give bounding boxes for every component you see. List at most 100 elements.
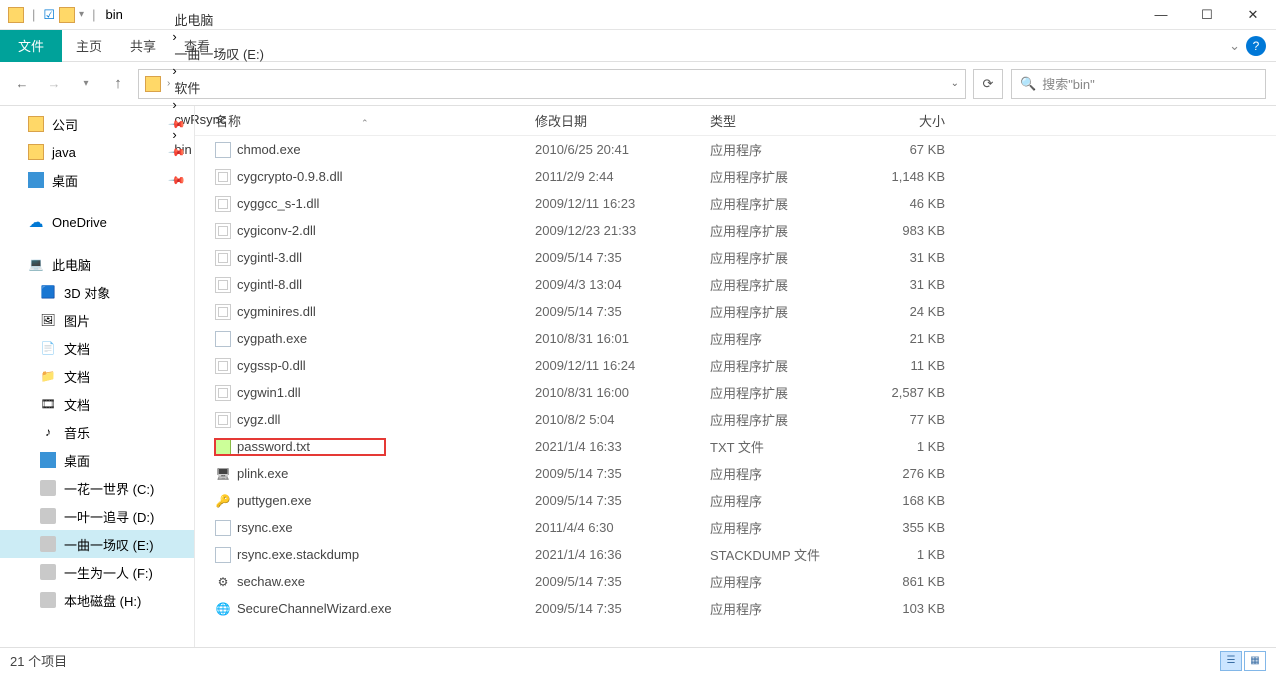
file-row[interactable]: 🌐SecureChannelWizard.exe2009/5/14 7:35应用…: [195, 595, 1276, 622]
file-size: 168 KB: [865, 493, 945, 508]
pin-icon: 📌: [168, 143, 187, 162]
window-title: bin: [105, 7, 122, 22]
file-size: 46 KB: [865, 196, 945, 211]
file-date: 2010/8/2 5:04: [535, 412, 710, 427]
help-icon[interactable]: ?: [1246, 36, 1266, 56]
nav-pc-item[interactable]: ♪音乐: [0, 418, 194, 446]
pin-icon: 📌: [168, 171, 187, 190]
nav-onedrive[interactable]: ☁ OneDrive: [0, 208, 194, 236]
music-icon: ♪: [40, 424, 56, 440]
file-row[interactable]: rsync.exe.stackdump2021/1/4 16:36STACKDU…: [195, 541, 1276, 568]
tab-home[interactable]: 主页: [62, 30, 116, 62]
file-date: 2009/12/23 21:33: [535, 223, 710, 238]
folder-icon: [59, 7, 75, 23]
nav-label: 一生为一人 (F:): [64, 563, 153, 582]
nav-quick-item[interactable]: java📌: [0, 138, 194, 166]
nav-drive-item[interactable]: 本地磁盘 (H:): [0, 586, 194, 614]
nav-label: 3D 对象: [64, 283, 110, 302]
close-button[interactable]: ✕: [1230, 0, 1276, 30]
nav-drive-item[interactable]: 一花一世界 (C:): [0, 474, 194, 502]
separator-icon: |: [92, 7, 95, 22]
file-type: 应用程序扩展: [710, 302, 865, 321]
nav-pc-item[interactable]: 📁文档: [0, 362, 194, 390]
back-button[interactable]: ←: [10, 72, 34, 96]
file-date: 2009/5/14 7:35: [535, 574, 710, 589]
file-name: cygcrypto-0.9.8.dll: [237, 169, 343, 184]
file-row[interactable]: 🖥plink.exe2009/5/14 7:35应用程序276 KB: [195, 460, 1276, 487]
file-row[interactable]: chmod.exe2010/6/25 20:41应用程序67 KB: [195, 136, 1276, 163]
file-row[interactable]: cygintl-8.dll2009/4/3 13:04应用程序扩展31 KB: [195, 271, 1276, 298]
file-date: 2009/12/11 16:24: [535, 358, 710, 373]
chevron-right-icon[interactable]: ›: [172, 63, 176, 78]
file-type: 应用程序: [710, 464, 865, 483]
file-row[interactable]: cygssp-0.dll2009/12/11 16:24应用程序扩展11 KB: [195, 352, 1276, 379]
column-size[interactable]: 大小: [865, 111, 945, 130]
icons-view-button[interactable]: ▦: [1244, 651, 1266, 671]
up-button[interactable]: ↑: [106, 72, 130, 96]
file-size: 31 KB: [865, 250, 945, 265]
nav-drive-item[interactable]: 一叶一追寻 (D:): [0, 502, 194, 530]
file-row[interactable]: password.txt2021/1/4 16:33TXT 文件1 KB: [195, 433, 1276, 460]
column-headers[interactable]: 名称⌃ 修改日期 类型 大小: [195, 106, 1276, 136]
drive-icon: [40, 536, 56, 552]
qat-dropdown-icon[interactable]: ▾: [79, 9, 84, 20]
file-list[interactable]: chmod.exe2010/6/25 20:41应用程序67 KB cygcryp…: [195, 136, 1276, 647]
breadcrumb-segment[interactable]: 此电脑: [172, 10, 266, 29]
forward-button[interactable]: →: [42, 72, 66, 96]
nav-drive-item[interactable]: 一曲一场叹 (E:): [0, 530, 194, 558]
search-box[interactable]: 🔍 搜索"bin": [1011, 69, 1266, 99]
breadcrumb-segment[interactable]: 软件: [172, 78, 266, 97]
nav-label: OneDrive: [52, 215, 107, 230]
nav-label: 本地磁盘 (H:): [64, 591, 141, 610]
column-date[interactable]: 修改日期: [535, 111, 710, 130]
chevron-right-icon[interactable]: ›: [167, 78, 170, 89]
navigation-pane[interactable]: 公司📌java📌桌面📌 ☁ OneDrive 💻 此电脑 🟦3D 对象🖼图片📄文…: [0, 106, 195, 647]
minimize-button[interactable]: —: [1138, 0, 1184, 30]
file-row[interactable]: rsync.exe2011/4/4 6:30应用程序355 KB: [195, 514, 1276, 541]
file-size: 67 KB: [865, 142, 945, 157]
nav-pc-item[interactable]: 📄文档: [0, 334, 194, 362]
file-row[interactable]: cygminires.dll2009/5/14 7:35应用程序扩展24 KB: [195, 298, 1276, 325]
file-row[interactable]: cygcrypto-0.9.8.dll2011/2/9 2:44应用程序扩展1,…: [195, 163, 1276, 190]
file-size: 103 KB: [865, 601, 945, 616]
nav-pc-item[interactable]: 🟦3D 对象: [0, 278, 194, 306]
file-size: 276 KB: [865, 466, 945, 481]
nav-quick-item[interactable]: 桌面📌: [0, 166, 194, 194]
file-row[interactable]: cygz.dll2010/8/2 5:04应用程序扩展77 KB: [195, 406, 1276, 433]
column-type[interactable]: 类型: [710, 111, 865, 130]
tab-file[interactable]: 文件: [0, 30, 62, 62]
recent-dropdown[interactable]: ▾: [74, 72, 98, 96]
search-icon: 🔍: [1020, 76, 1036, 92]
nav-quick-item[interactable]: 公司📌: [0, 110, 194, 138]
file-date: 2010/6/25 20:41: [535, 142, 710, 157]
file-date: 2011/2/9 2:44: [535, 169, 710, 184]
file-type: 应用程序扩展: [710, 356, 865, 375]
file-type: 应用程序: [710, 491, 865, 510]
file-row[interactable]: cygintl-3.dll2009/5/14 7:35应用程序扩展31 KB: [195, 244, 1276, 271]
address-dropdown-icon[interactable]: ⌄: [951, 78, 959, 89]
details-view-button[interactable]: ☰: [1220, 651, 1242, 671]
file-row[interactable]: ⚙sechaw.exe2009/5/14 7:35应用程序861 KB: [195, 568, 1276, 595]
expand-ribbon-icon[interactable]: ⌄: [1229, 38, 1240, 54]
file-type: 应用程序扩展: [710, 194, 865, 213]
file-row[interactable]: 🔑puttygen.exe2009/5/14 7:35应用程序168 KB: [195, 487, 1276, 514]
address-bar[interactable]: › 此电脑›一曲一场叹 (E:)›软件›cwRsync›bin ⌄: [138, 69, 966, 99]
breadcrumb-segment[interactable]: 一曲一场叹 (E:): [172, 44, 266, 63]
file-icon: [215, 358, 231, 374]
nav-pc-item[interactable]: 🖼图片: [0, 306, 194, 334]
chevron-right-icon[interactable]: ›: [172, 29, 176, 44]
tab-share[interactable]: 共享: [116, 30, 170, 62]
file-row[interactable]: cygiconv-2.dll2009/12/23 21:33应用程序扩展983 …: [195, 217, 1276, 244]
nav-pc-item[interactable]: 🎞文档: [0, 390, 194, 418]
refresh-button[interactable]: ⟳: [973, 69, 1003, 99]
file-date: 2010/8/31 16:01: [535, 331, 710, 346]
nav-drive-item[interactable]: 一生为一人 (F:): [0, 558, 194, 586]
file-row[interactable]: cyggcc_s-1.dll2009/12/11 16:23应用程序扩展46 K…: [195, 190, 1276, 217]
nav-pc-item[interactable]: 桌面: [0, 446, 194, 474]
column-name[interactable]: 名称⌃: [215, 111, 535, 130]
file-row[interactable]: cygpath.exe2010/8/31 16:01应用程序21 KB: [195, 325, 1276, 352]
nav-this-pc[interactable]: 💻 此电脑: [0, 250, 194, 278]
maximize-button[interactable]: ☐: [1184, 0, 1230, 30]
checkbox-icon[interactable]: ☑: [43, 7, 55, 23]
file-row[interactable]: cygwin1.dll2010/8/31 16:00应用程序扩展2,587 KB: [195, 379, 1276, 406]
